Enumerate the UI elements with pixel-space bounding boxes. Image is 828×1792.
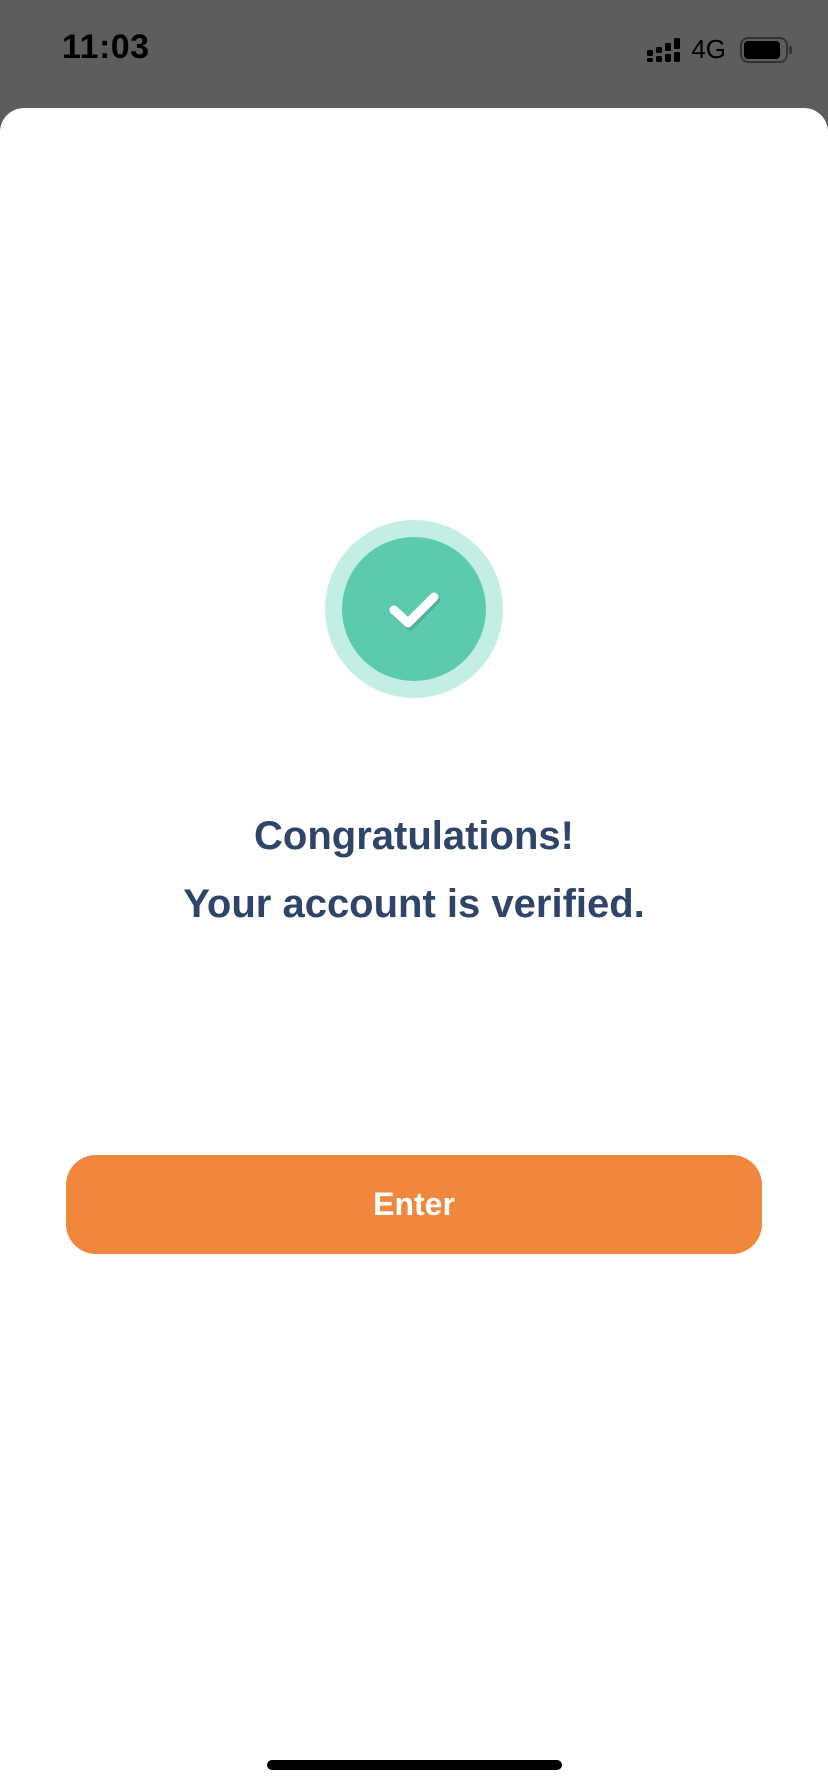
- success-badge-inner: [342, 537, 486, 681]
- home-indicator[interactable]: [267, 1760, 562, 1770]
- enter-button[interactable]: Enter: [66, 1155, 762, 1254]
- success-badge: [325, 520, 503, 698]
- battery-icon: [740, 36, 794, 63]
- status-time: 11:03: [62, 28, 150, 66]
- verification-message: Congratulations! Your account is verifie…: [0, 802, 828, 938]
- network-type: 4G: [691, 34, 726, 64]
- verification-sheet: Congratulations! Your account is verifie…: [0, 108, 828, 1792]
- status-bar: 11:03 4G: [0, 0, 828, 104]
- account-verified-text: Your account is verified.: [183, 882, 645, 926]
- status-indicators: 4G: [647, 34, 794, 65]
- cellular-signal-icon: [647, 37, 683, 62]
- checkmark-icon: [389, 592, 441, 631]
- congratulations-heading: Congratulations!: [254, 814, 574, 858]
